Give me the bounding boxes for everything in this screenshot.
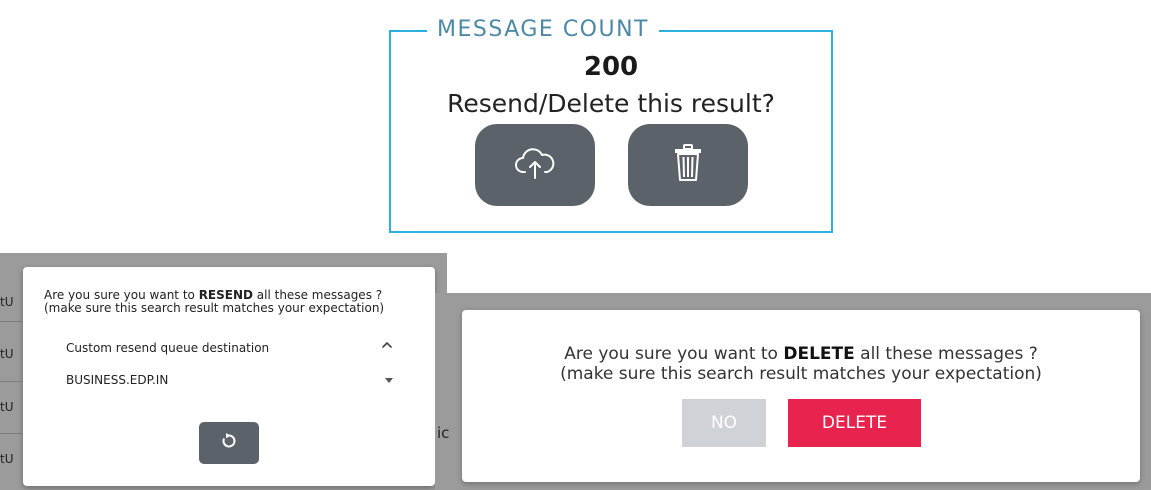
destination-queue-select[interactable]: BUSINESS.EDP.IN <box>63 371 393 391</box>
background-row-text: tU <box>0 400 14 414</box>
confirm-resend-button[interactable] <box>199 422 259 464</box>
confirm-delete-button[interactable]: DELETE <box>788 399 921 447</box>
background-row-text: tU <box>0 347 14 361</box>
message-count-panel: MESSAGE COUNT 200 Resend/Delete this res… <box>389 13 833 233</box>
delete-message-emphasis: DELETE <box>783 344 855 364</box>
caret-down-icon <box>385 378 393 383</box>
message-count-value: 200 <box>583 52 639 82</box>
resend-message-emphasis: RESEND <box>198 288 253 302</box>
trash-icon <box>673 144 703 186</box>
destination-queue-value: BUSINESS.EDP.IN <box>66 373 169 387</box>
row-divider <box>0 381 22 382</box>
background-row-text: tU <box>0 452 14 466</box>
resend-delete-question: Resend/Delete this result? <box>447 89 775 118</box>
delete-message-note: (make sure this search result matches yo… <box>560 364 1042 384</box>
refresh-icon <box>220 432 238 454</box>
no-button[interactable]: NO <box>682 399 766 447</box>
background-row-text: ic <box>437 424 450 442</box>
row-divider <box>0 433 22 434</box>
delete-message-suffix: all these messages ? <box>854 344 1038 364</box>
resend-button[interactable] <box>475 124 595 206</box>
delete-confirm-dialog: Are you sure you want to DELETE all thes… <box>462 310 1140 482</box>
resend-message-suffix: all these messages ? <box>252 288 383 302</box>
chevron-up-icon[interactable] <box>379 337 395 353</box>
resend-message-prefix: Are you sure you want to <box>44 288 199 302</box>
delete-button[interactable] <box>628 124 748 206</box>
delete-confirm-message: Are you sure you want to DELETE all thes… <box>462 344 1140 384</box>
resend-confirm-message: Are you sure you want to RESEND all thes… <box>44 289 429 315</box>
delete-message-prefix: Are you sure you want to <box>564 344 784 364</box>
cloud-upload-icon <box>515 146 555 184</box>
resend-confirm-dialog: Are you sure you want to RESEND all thes… <box>23 267 435 486</box>
resend-message-note: (make sure this search result matches yo… <box>44 301 385 315</box>
background-row-text: tU <box>0 295 14 309</box>
destination-label: Custom resend queue destination <box>66 341 270 355</box>
row-divider <box>0 321 22 322</box>
message-count-legend: MESSAGE COUNT <box>427 13 659 47</box>
